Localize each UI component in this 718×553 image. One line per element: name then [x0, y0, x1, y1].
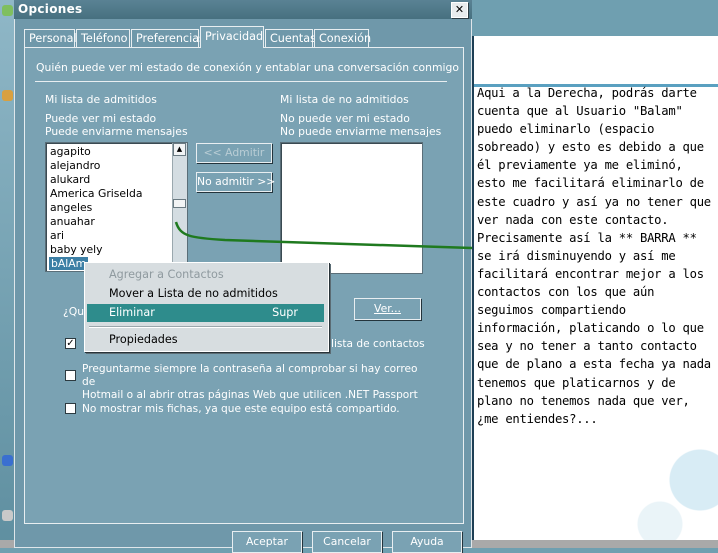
admit-button[interactable]: << Admitir	[196, 143, 272, 163]
menu-item-move-to-block-list[interactable]: Mover a Lista de no admitidos	[87, 285, 324, 303]
contact-list-checkbox[interactable]: ✓	[65, 338, 76, 349]
list-item[interactable]: alukard	[50, 173, 90, 186]
decorative-background-image	[620, 436, 718, 546]
context-menu: Agregar a Contactos Mover a Lista de no …	[84, 262, 329, 352]
tab-preferencias[interactable]: Preferencias	[131, 29, 205, 47]
hide-profiles-checkbox[interactable]	[65, 403, 76, 414]
scroll-thumb[interactable]	[173, 199, 186, 208]
no-admit-button[interactable]: No admitir >>	[196, 172, 275, 192]
contact-list-checkbox-label: lista de contactos	[331, 338, 425, 350]
allow-list-title: Mi lista de admitidos	[45, 93, 157, 106]
note-text: Aqui a la Derecha, podrás darte cuenta q…	[477, 86, 718, 426]
allow-list-desc-2: Puede enviarme mensajes	[45, 125, 188, 138]
title-bar[interactable]: Opciones ✕	[14, 0, 472, 19]
allow-list-desc-1: Puede ver mi estado	[45, 112, 157, 125]
hide-profiles-label: No mostrar mis fichas, ya que este equip…	[82, 403, 400, 415]
menu-separator	[89, 326, 322, 328]
scroll-up-button[interactable]: ▲	[173, 143, 186, 156]
block-list-desc-1: No puede ver mi estado	[280, 112, 410, 125]
tab-conexion[interactable]: Conexión	[314, 29, 371, 47]
app-icon	[2, 510, 13, 521]
tab-privacidad[interactable]: Privacidad	[200, 26, 264, 48]
list-item[interactable]: alejandro	[50, 159, 100, 172]
app-icon	[2, 5, 13, 16]
accept-button[interactable]: Aceptar	[232, 531, 302, 553]
menu-item-delete[interactable]: Eliminar Supr	[87, 304, 324, 322]
help-button[interactable]: Ayuda	[392, 531, 462, 553]
list-item[interactable]: angeles	[50, 201, 92, 214]
app-icon	[2, 90, 13, 101]
block-list-title: Mi lista de no admitidos	[280, 93, 409, 106]
view-button[interactable]: Ver...	[354, 298, 421, 320]
checkmark-icon: ✓	[66, 338, 75, 349]
cancel-button[interactable]: Cancelar	[312, 531, 382, 553]
window-title: Opciones	[18, 2, 83, 16]
app-icon	[2, 455, 13, 466]
note-header	[474, 36, 718, 84]
section-divider	[35, 81, 447, 82]
list-item[interactable]: anuahar	[50, 215, 95, 228]
password-prompt-label: Preguntarme siempre la contraseña al com…	[82, 363, 418, 401]
password-prompt-checkbox[interactable]	[65, 370, 76, 381]
tab-cuentas[interactable]: Cuentas	[265, 29, 316, 47]
block-listbox[interactable]	[280, 142, 423, 274]
list-item-selected[interactable]: bAlAm	[47, 256, 90, 271]
list-item[interactable]: baby yely	[50, 243, 103, 256]
menu-shortcut: Supr	[272, 306, 298, 319]
note-panel: Aqui a la Derecha, podrás darte cuenta q…	[472, 36, 718, 548]
list-item[interactable]: America Griselda	[50, 187, 143, 200]
partial-question-label: ¿Qu	[63, 305, 85, 318]
close-button[interactable]: ✕	[451, 2, 468, 18]
close-icon: ✕	[454, 3, 465, 16]
tab-personal[interactable]: Personal	[24, 29, 77, 47]
menu-item-add-to-contacts[interactable]: Agregar a Contactos	[87, 266, 324, 284]
menu-item-properties[interactable]: Propiedades	[87, 331, 324, 349]
list-item[interactable]: ari	[50, 229, 64, 242]
list-item[interactable]: agapito	[50, 145, 91, 158]
allow-listbox[interactable]: agapito alejandro alukard America Grisel…	[45, 142, 188, 272]
tab-telefono[interactable]: Teléfono	[76, 29, 130, 47]
allow-list-scrollbar[interactable]: ▲	[172, 143, 187, 269]
section-heading: Quién puede ver mi estado de conexión y …	[36, 61, 459, 74]
block-list-desc-2: No puede enviarme mensajes	[280, 125, 442, 138]
